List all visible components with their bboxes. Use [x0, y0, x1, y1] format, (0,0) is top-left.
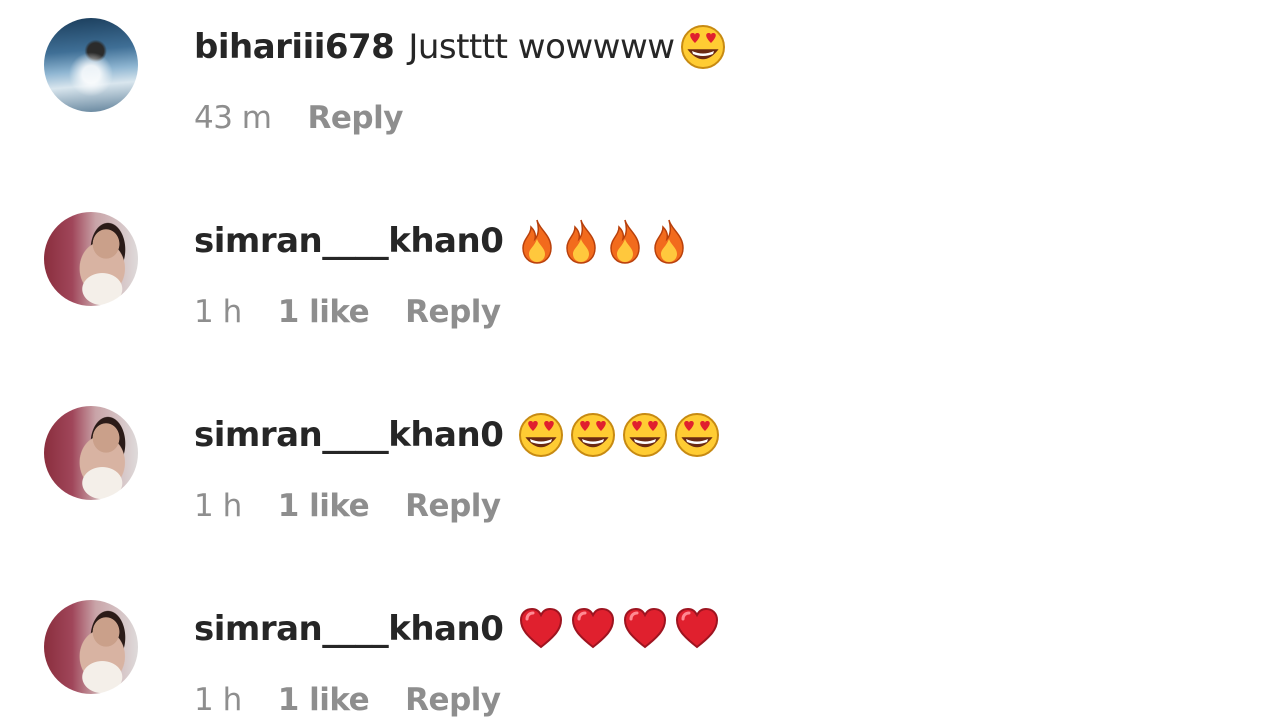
username-link[interactable]: simran____khan0	[194, 221, 504, 261]
heart-eyes-emoji-icon	[519, 413, 564, 457]
fire-emoji-icon	[610, 219, 641, 264]
avatar[interactable]	[44, 406, 138, 500]
red-heart-emoji-icon	[624, 607, 667, 649]
heart-eyes-emoji-icon	[623, 413, 668, 457]
likes-count[interactable]: 1 like	[278, 488, 370, 524]
red-heart-emoji-icon	[572, 607, 615, 649]
avatar[interactable]	[44, 600, 138, 694]
emoji-group	[517, 411, 721, 459]
comment-meta: 1 h 1 like Reply	[194, 486, 501, 526]
timestamp: 1 h	[194, 294, 242, 330]
comment-item: simran____khan0 1 h 1 like Reply	[44, 406, 1244, 556]
fire-emoji-icon	[654, 219, 685, 264]
reply-button[interactable]: Reply	[405, 294, 501, 330]
reply-button[interactable]: Reply	[405, 682, 501, 718]
username-link[interactable]: simran____khan0	[194, 609, 504, 649]
emoji-group	[517, 217, 689, 265]
reply-button[interactable]: Reply	[308, 100, 404, 136]
timestamp: 1 h	[194, 488, 242, 524]
comment-body: bihariii678 Justttt wowwww	[194, 22, 727, 72]
comment-body: simran____khan0	[194, 216, 689, 266]
reply-button[interactable]: Reply	[405, 488, 501, 524]
comment-item: bihariii678 Justttt wowwww 43 m Reply	[44, 18, 1244, 168]
timestamp: 43 m	[194, 100, 272, 136]
comment-body: simran____khan0	[194, 410, 721, 460]
heart-eyes-emoji-icon	[675, 413, 720, 457]
timestamp: 1 h	[194, 682, 242, 718]
fire-emoji-icon	[566, 219, 597, 264]
username-link[interactable]: simran____khan0	[194, 415, 504, 455]
emoji-group	[679, 23, 727, 71]
red-heart-emoji-icon	[520, 607, 563, 649]
fire-emoji-icon	[522, 219, 553, 264]
comment-body: simran____khan0	[194, 604, 721, 654]
comment-text: Justttt wowwww	[408, 27, 675, 67]
comment-item: simran____khan0 1 h 1 like Reply	[44, 600, 1244, 720]
likes-count[interactable]: 1 like	[278, 294, 370, 330]
comment-meta: 1 h 1 like Reply	[194, 680, 501, 720]
username-link[interactable]: bihariii678	[194, 27, 395, 67]
comment-item: simran____khan0 1 h 1 like Reply	[44, 212, 1244, 362]
emoji-group	[517, 605, 721, 653]
avatar[interactable]	[44, 212, 138, 306]
heart-eyes-emoji-icon	[571, 413, 616, 457]
heart-eyes-emoji-icon	[680, 25, 725, 69]
avatar[interactable]	[44, 18, 138, 112]
red-heart-emoji-icon	[676, 607, 719, 649]
comment-meta: 43 m Reply	[194, 98, 403, 138]
comment-list: bihariii678 Justttt wowwww 43 m Reply si…	[0, 0, 1280, 720]
comment-meta: 1 h 1 like Reply	[194, 292, 501, 332]
likes-count[interactable]: 1 like	[278, 682, 370, 718]
